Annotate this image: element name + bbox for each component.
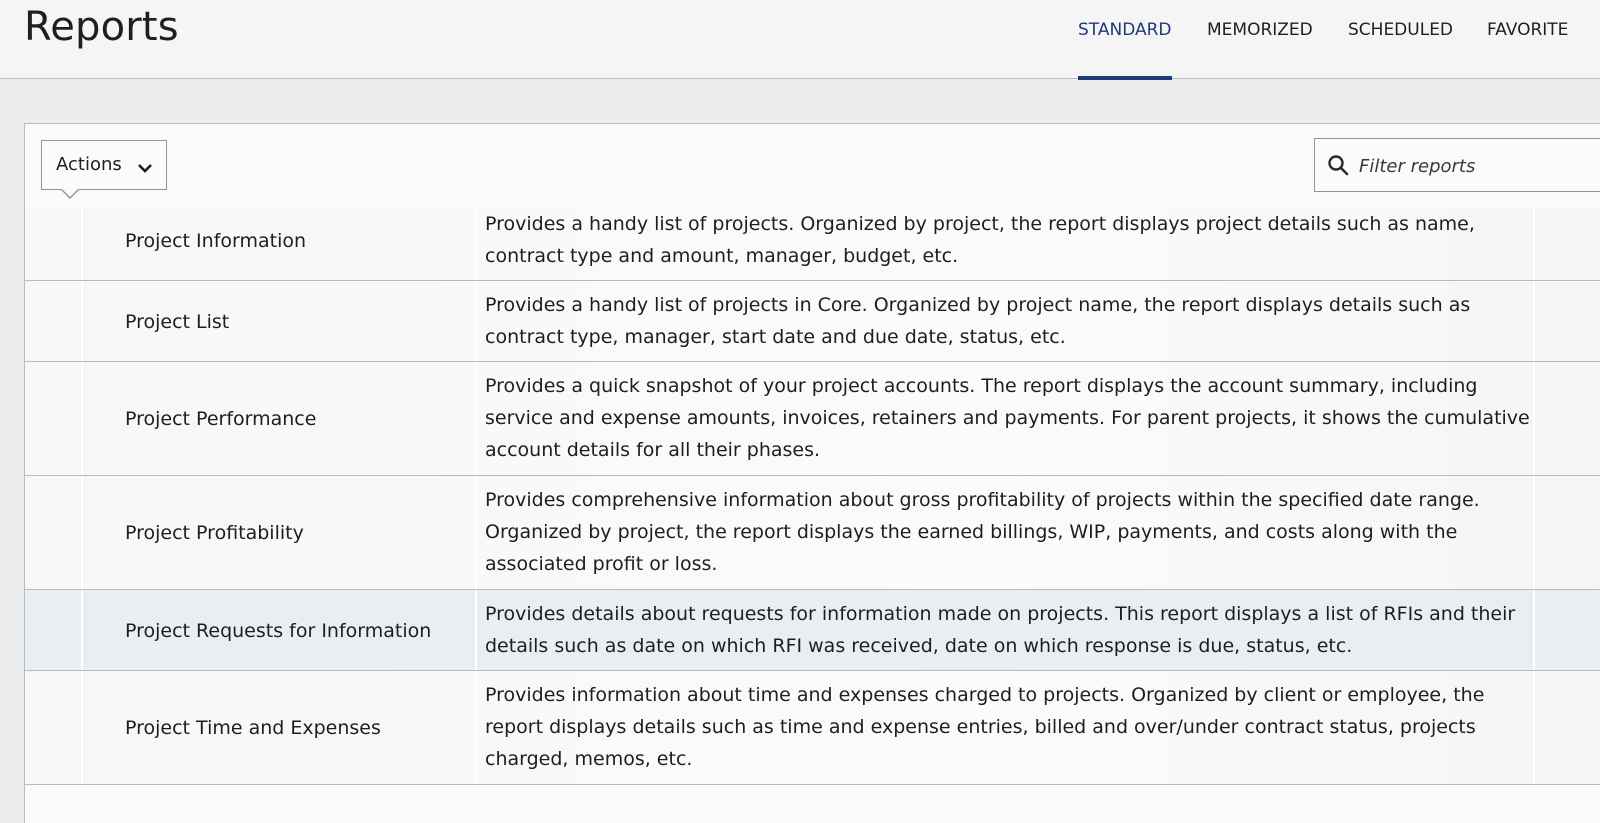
actions-dropdown-button[interactable]: Actions [41, 140, 167, 199]
report-name[interactable]: Project List [125, 311, 229, 333]
page-title: Reports [24, 4, 179, 50]
tab-memorized[interactable]: MEMORIZED [1207, 20, 1313, 79]
report-row-project-profitability[interactable]: Project Profitability Provides comprehen… [25, 476, 1600, 590]
report-description: Provides information about time and expe… [485, 684, 1485, 770]
actions-label: Actions [56, 154, 122, 175]
tab-standard[interactable]: STANDARD [1078, 20, 1172, 80]
report-description: Provides a quick snapshot of your projec… [485, 375, 1530, 461]
tab-favorites[interactable]: FAVORITE [1487, 20, 1568, 79]
top-bar: Reports STANDARD MEMORIZED SCHEDULED FAV… [0, 0, 1600, 80]
report-name[interactable]: Project Performance [125, 408, 316, 430]
report-row-project-rfi[interactable]: Project Requests for Information Provide… [25, 590, 1600, 671]
report-description: Provides details about requests for info… [485, 603, 1516, 657]
filter-reports-field[interactable] [1314, 138, 1600, 192]
search-icon [1327, 154, 1349, 180]
report-name[interactable]: Project Profitability [125, 522, 304, 544]
report-description: Provides comprehensive information about… [485, 489, 1480, 575]
report-row-project-time-expenses[interactable]: Project Time and Expenses Provides infor… [25, 671, 1600, 785]
report-row-project-performance[interactable]: Project Performance Provides a quick sna… [25, 362, 1600, 476]
report-row-project-list[interactable]: Project List Provides a handy list of pr… [25, 281, 1600, 362]
report-row-project-information[interactable]: Project Information Provides a handy lis… [25, 207, 1600, 281]
filter-reports-input[interactable] [1357, 151, 1600, 181]
report-description: Provides a handy list of projects in Cor… [485, 294, 1471, 348]
reports-panel: Actions Project Information Provides a h… [24, 123, 1600, 823]
report-name[interactable]: Project Requests for Information [125, 620, 431, 642]
chevron-down-icon [137, 158, 153, 179]
report-name[interactable]: Project Time and Expenses [125, 717, 381, 739]
tab-scheduled[interactable]: SCHEDULED [1348, 20, 1453, 79]
report-description: Provides a handy list of projects. Organ… [485, 213, 1475, 267]
report-name[interactable]: Project Information [125, 230, 306, 252]
